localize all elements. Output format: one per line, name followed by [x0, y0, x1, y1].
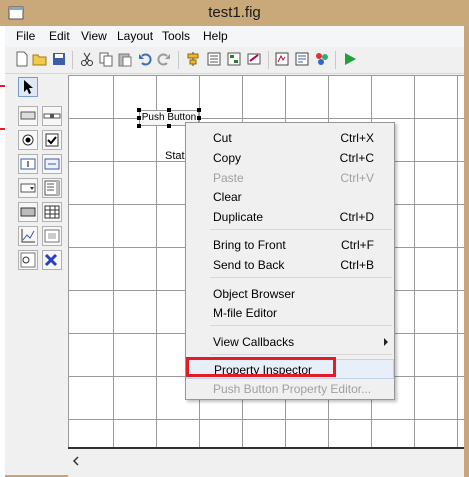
menu-item-clear[interactable]: Clear	[186, 187, 394, 207]
slider-tool[interactable]	[42, 106, 62, 126]
panel-icon	[44, 229, 60, 243]
toggle-button-tool[interactable]	[18, 202, 38, 222]
axes-icon	[21, 229, 35, 243]
arrow-icon	[24, 80, 33, 94]
popup-menu-tool[interactable]	[18, 178, 38, 198]
scroll-left-icon[interactable]	[72, 456, 80, 466]
selection-handle[interactable]	[167, 108, 171, 112]
undo-icon[interactable]	[137, 51, 153, 67]
menu-separator	[210, 277, 392, 278]
redo-icon[interactable]	[156, 51, 172, 67]
menu-item-paste: Paste Ctrl+V	[213, 171, 374, 185]
run-icon[interactable]	[342, 51, 358, 67]
submenu-arrow-icon	[384, 338, 388, 346]
highlight-box	[186, 357, 336, 377]
canvas-static-text[interactable]: Stati	[165, 150, 187, 162]
selection-handle[interactable]	[197, 116, 201, 120]
new-icon[interactable]	[14, 51, 30, 67]
toolbar-separator	[178, 51, 179, 69]
popup-menu-icon	[20, 183, 36, 193]
menu-separator	[210, 229, 392, 230]
menu-separator	[210, 325, 392, 326]
toolbar-separator	[72, 51, 73, 69]
table-tool[interactable]	[42, 202, 62, 222]
radio-button-tool[interactable]	[18, 130, 38, 150]
save-icon[interactable]	[51, 51, 67, 67]
open-icon[interactable]	[32, 51, 48, 67]
mfile-editor-icon[interactable]	[274, 51, 290, 67]
menu-layout[interactable]: Layout	[117, 29, 153, 43]
select-tool[interactable]	[18, 77, 38, 97]
push-button-tool[interactable]	[18, 106, 38, 126]
menu-file[interactable]: File	[16, 29, 35, 43]
toggle-button-icon	[20, 207, 36, 217]
listbox-icon	[44, 180, 60, 196]
slider-icon	[43, 113, 61, 119]
checkbox-tool[interactable]	[42, 130, 62, 150]
axes-tool[interactable]	[18, 226, 38, 246]
menu-item-view-callbacks[interactable]: View Callbacks	[186, 332, 394, 352]
menu-editor-icon[interactable]	[206, 51, 222, 67]
menu-view[interactable]: View	[81, 29, 107, 43]
menu-help[interactable]: Help	[203, 29, 228, 43]
paste-icon[interactable]	[117, 51, 133, 67]
cut-icon[interactable]	[79, 51, 95, 67]
menu-item-cut[interactable]: Cut Ctrl+X	[186, 128, 394, 148]
copy-icon[interactable]	[98, 51, 114, 67]
menu-item-copy[interactable]: Copy Ctrl+C	[186, 148, 394, 168]
push-button-icon	[20, 111, 36, 120]
static-text-tool[interactable]	[42, 154, 62, 174]
table-icon	[44, 205, 60, 219]
static-text-icon	[44, 158, 60, 170]
panel-tool[interactable]	[42, 226, 62, 246]
menu-item-send-to-back[interactable]: Send to Back Ctrl+B	[186, 255, 394, 275]
selection-handle[interactable]	[137, 116, 141, 120]
listbox-tool[interactable]	[42, 178, 62, 198]
horizontal-scrollbar[interactable]	[68, 447, 464, 477]
menu-tools[interactable]: Tools	[162, 29, 190, 43]
menu-edit[interactable]: Edit	[49, 29, 70, 43]
edit-text-tool[interactable]	[18, 154, 38, 174]
window-title: test1.fig	[208, 4, 261, 21]
toolbar-separator	[335, 51, 336, 69]
menu-bar	[5, 26, 464, 47]
menu-item-duplicate[interactable]: Duplicate Ctrl+D	[186, 207, 394, 227]
activex-tool[interactable]	[42, 250, 62, 270]
toolbar-separator	[268, 51, 269, 69]
button-group-icon	[20, 252, 36, 268]
property-inspector-icon[interactable]	[294, 51, 310, 67]
activex-icon	[44, 253, 58, 267]
radio-button-icon	[22, 134, 34, 146]
menu-item-object-browser[interactable]: Object Browser	[186, 284, 394, 304]
object-browser-icon[interactable]	[314, 51, 330, 67]
menu-item-push-button-property-editor: Push Button Property Editor...	[213, 382, 372, 396]
menu-item-mfile-editor[interactable]: M-file Editor	[186, 303, 394, 323]
edit-text-icon	[20, 158, 36, 170]
tab-order-icon[interactable]	[226, 51, 242, 67]
checkbox-icon	[45, 133, 59, 147]
selection-handle[interactable]	[167, 124, 171, 128]
align-icon[interactable]	[185, 51, 201, 67]
menu-item-bring-to-front[interactable]: Bring to Front Ctrl+F	[186, 235, 394, 255]
button-group-tool[interactable]	[18, 250, 38, 270]
menu-separator	[210, 354, 392, 355]
selection-handle[interactable]	[137, 124, 141, 128]
selection-handle[interactable]	[197, 108, 201, 112]
toolbar-editor-icon[interactable]	[246, 51, 262, 67]
selection-handle[interactable]	[137, 108, 141, 112]
